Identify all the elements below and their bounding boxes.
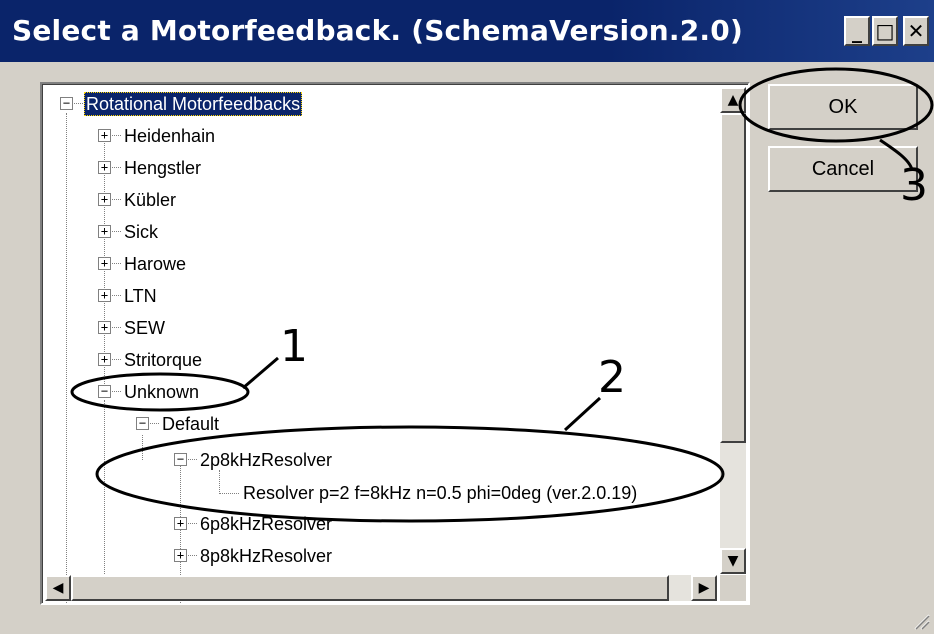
tree-node-label[interactable]: Sick: [122, 220, 160, 244]
tree-viewport: − Rotational Motorfeedbacks + Heidenhain…: [42, 84, 748, 603]
tree-node-label[interactable]: 8p8kHzResolver: [198, 544, 334, 568]
tree-node-label[interactable]: 2p8kHzResolver: [198, 448, 334, 472]
horizontal-scroll-thumb[interactable]: [71, 575, 669, 601]
tree-line-leaf: [219, 493, 239, 494]
expand-icon[interactable]: +: [98, 161, 111, 174]
expand-icon[interactable]: +: [98, 321, 111, 334]
tree-node-label[interactable]: LTN: [122, 284, 159, 308]
tree-connector: [188, 459, 197, 460]
scroll-left-arrow-icon[interactable]: ◀: [45, 575, 71, 601]
annotation-number-3: 3: [900, 160, 928, 211]
tree-connector: [112, 231, 121, 232]
annotation-number-2: 2: [598, 352, 626, 403]
expand-icon[interactable]: +: [98, 225, 111, 238]
tree-connector: [112, 135, 121, 136]
title-bar[interactable]: Select a Motorfeedback. (SchemaVersion.2…: [0, 0, 934, 62]
collapse-icon[interactable]: −: [98, 385, 111, 398]
tree-node-label[interactable]: Stritorque: [122, 348, 204, 372]
tree-node-label[interactable]: Default: [160, 412, 221, 436]
tree-node-label[interactable]: Resolver p=2 f=8kHz n=0.5 phi=0deg (ver.…: [241, 481, 639, 505]
tree-connector: [150, 423, 159, 424]
maximize-button[interactable]: □: [872, 16, 898, 46]
tree-connector: [112, 327, 121, 328]
tree-connector: [112, 359, 121, 360]
motorfeedback-dialog: Select a Motorfeedback. (SchemaVersion.2…: [0, 0, 934, 634]
tree-connector: [188, 523, 197, 524]
tree-node-label[interactable]: SEW: [122, 316, 167, 340]
tree-node-label[interactable]: Rotational Motorfeedbacks: [84, 92, 303, 116]
expand-icon[interactable]: +: [174, 549, 187, 562]
expand-icon[interactable]: +: [98, 257, 111, 270]
collapse-icon[interactable]: −: [60, 97, 73, 110]
tree-connector: [112, 391, 121, 392]
expand-icon[interactable]: +: [174, 517, 187, 530]
tree-line-default: [142, 435, 143, 460]
tree-line-leaf-v: [219, 470, 220, 494]
tree-line-root: [66, 113, 67, 603]
cancel-button[interactable]: Cancel: [768, 146, 918, 192]
resize-grip-icon[interactable]: [910, 610, 930, 630]
tree-connector: [112, 199, 121, 200]
tree-line-unknown: [104, 400, 105, 600]
tree-connector: [188, 555, 197, 556]
horizontal-scrollbar[interactable]: ◀ ▶: [45, 575, 717, 601]
tree-connector: [112, 295, 121, 296]
tree-node-label[interactable]: 6p8kHzResolver: [198, 512, 334, 536]
motorfeedback-tree[interactable]: − Rotational Motorfeedbacks + Heidenhain…: [40, 82, 750, 605]
ok-button[interactable]: OK: [768, 84, 918, 130]
scrollbar-corner: [720, 575, 746, 601]
window-title: Select a Motorfeedback. (SchemaVersion.2…: [12, 14, 743, 47]
vertical-scroll-thumb[interactable]: [720, 113, 746, 443]
tree-connector: [112, 167, 121, 168]
tree-node-label[interactable]: Harowe: [122, 252, 188, 276]
close-button[interactable]: ✕: [903, 16, 929, 46]
collapse-icon[interactable]: −: [174, 453, 187, 466]
scroll-down-arrow-icon[interactable]: ▼: [720, 548, 746, 574]
minimize-button[interactable]: _: [844, 16, 870, 46]
expand-icon[interactable]: +: [98, 129, 111, 142]
collapse-icon[interactable]: −: [136, 417, 149, 430]
expand-icon[interactable]: +: [98, 289, 111, 302]
tree-connector: [74, 103, 83, 104]
tree-connector: [112, 263, 121, 264]
tree-node-label[interactable]: Hengstler: [122, 156, 203, 180]
expand-icon[interactable]: +: [98, 193, 111, 206]
vertical-scrollbar[interactable]: ▲ ▼: [720, 87, 746, 574]
annotation-number-1: 1: [280, 321, 308, 372]
tree-node-label[interactable]: Heidenhain: [122, 124, 217, 148]
expand-icon[interactable]: +: [98, 353, 111, 366]
tree-node-label[interactable]: Unknown: [122, 380, 201, 404]
tree-node-label[interactable]: Kübler: [122, 188, 178, 212]
scroll-up-arrow-icon[interactable]: ▲: [720, 87, 746, 113]
scroll-right-arrow-icon[interactable]: ▶: [691, 575, 717, 601]
